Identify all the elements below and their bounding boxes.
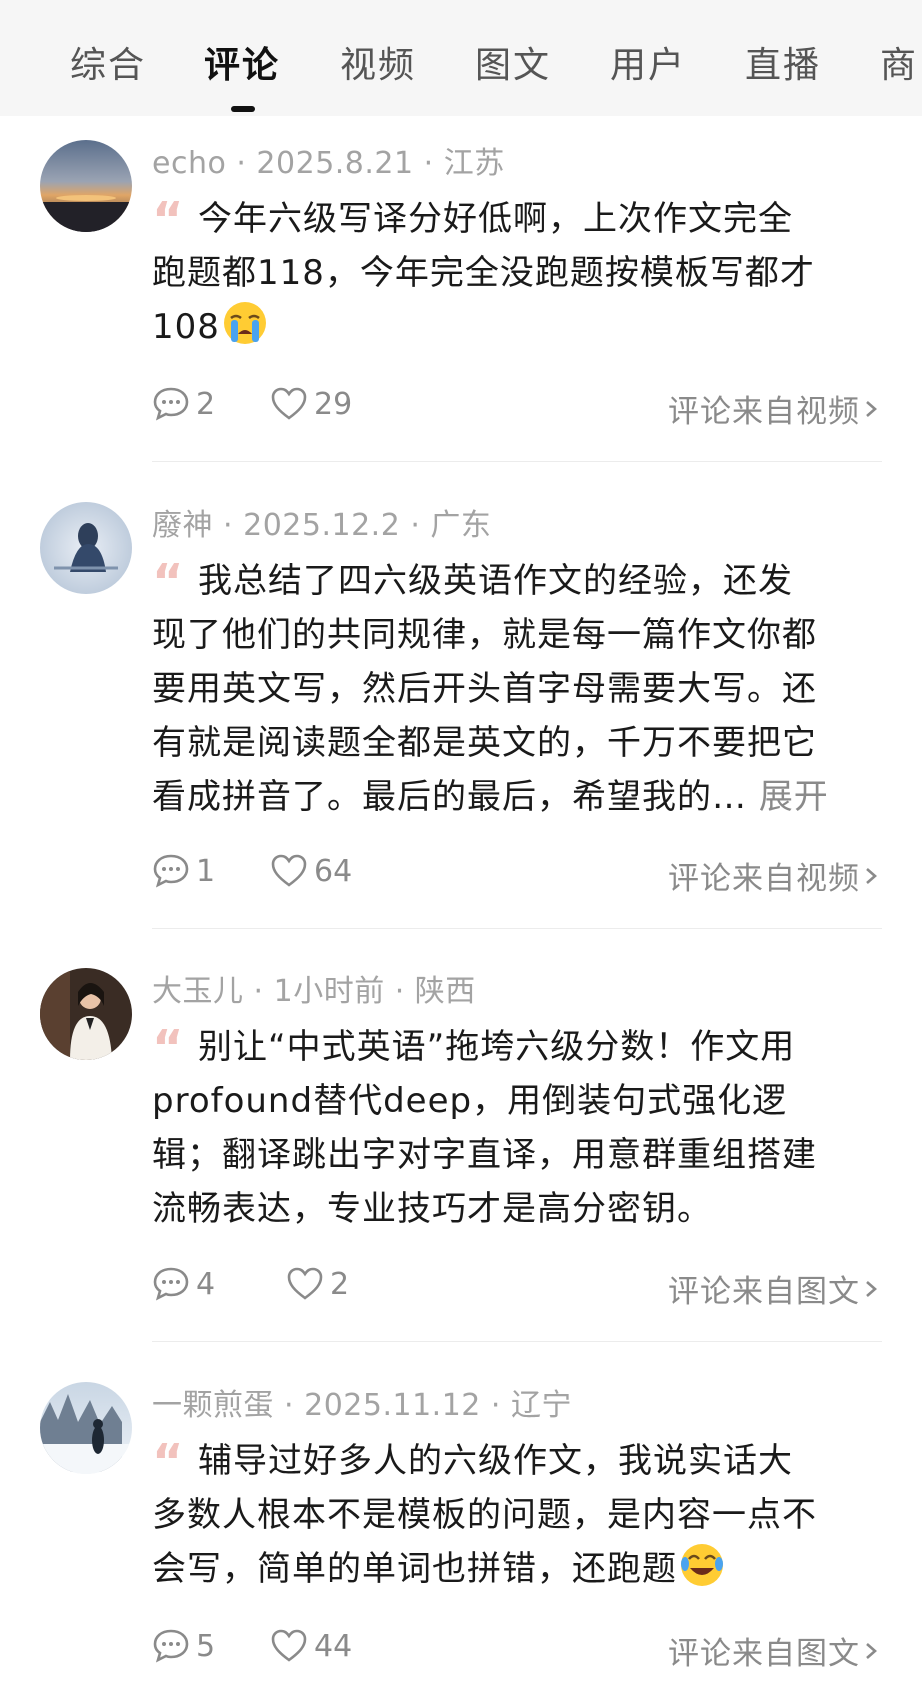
like-button[interactable]: 64 — [270, 853, 352, 889]
comment-bubble-icon — [153, 1267, 189, 1301]
comment-actions: 1 64 评论来自视频 — [152, 853, 882, 897]
like-button[interactable]: 2 — [286, 1266, 349, 1302]
comment-text: “别让“中式英语”拖垮六级分数！作文用 profound替代deep，用倒装句式… — [152, 1020, 817, 1229]
quote-icon: “ — [152, 192, 185, 248]
chevron-right-icon — [866, 400, 877, 417]
comment-meta: echo · 2025.8.21 · 江苏 — [152, 146, 505, 181]
reply-button[interactable]: 5 — [152, 1628, 215, 1664]
tab-live[interactable]: 直播 — [745, 36, 821, 88]
like-button[interactable]: 29 — [270, 386, 352, 422]
comment-source-link[interactable]: 评论来自视频 — [668, 853, 882, 898]
search-tab-bar: 综合 评论 视频 图文 用户 直播 商 — [0, 0, 922, 116]
chevron-right-icon — [866, 867, 877, 884]
tab-comprehensive[interactable]: 综合 — [70, 36, 146, 88]
avatar[interactable] — [40, 140, 132, 232]
tab-videos[interactable]: 视频 — [340, 36, 416, 88]
reply-button[interactable]: 1 — [152, 853, 215, 889]
comment-source-link[interactable]: 评论来自视频 — [668, 386, 882, 431]
avatar[interactable] — [40, 502, 132, 594]
comment-actions: 4 2 评论来自图文 — [152, 1266, 882, 1310]
heart-icon — [271, 387, 307, 420]
tab-posts[interactable]: 图文 — [475, 36, 551, 88]
comment-bubble-icon — [153, 1629, 189, 1663]
comment-meta: 廢神 · 2025.12.2 · 广东 — [152, 508, 492, 543]
divider — [152, 928, 882, 929]
avatar[interactable] — [40, 968, 132, 1060]
heart-icon — [271, 1629, 307, 1662]
quote-icon: “ — [152, 1020, 185, 1076]
active-tab-indicator — [231, 106, 255, 112]
tab-users[interactable]: 用户 — [610, 36, 686, 88]
comment-text: “今年六级写译分好低啊，上次作文完全 跑题都118，今年完全没跑题按模板写都才 … — [152, 192, 815, 347]
quote-icon: “ — [152, 1434, 185, 1490]
reply-button[interactable]: 4 — [152, 1266, 215, 1302]
comment-meta: 一颗煎蛋 · 2025.11.12 · 辽宁 — [152, 1388, 572, 1423]
comment-source-link[interactable]: 评论来自图文 — [668, 1266, 882, 1311]
comment-actions: 2 29 评论来自视频 — [152, 386, 882, 430]
tears-of-joy-emoji-icon — [679, 1542, 725, 1588]
comment-text: “我总结了四六级英语作文的经验，还发 现了他们的共同规律，就是每一篇作文你都 要… — [152, 554, 829, 817]
tab-shop[interactable]: 商 — [880, 36, 918, 88]
divider — [152, 461, 882, 462]
avatar[interactable] — [40, 1382, 132, 1474]
comment-meta: 大玉儿 · 1小时前 · 陕西 — [152, 974, 476, 1009]
chevron-right-icon — [866, 1280, 877, 1297]
comment-bubble-icon — [153, 387, 189, 421]
comment-text: “辅导过好多人的六级作文，我说实话大 多数人根本不是模板的问题，是内容一点不 会… — [152, 1434, 817, 1589]
crying-emoji-icon — [222, 300, 268, 346]
heart-icon — [287, 1267, 323, 1300]
like-button[interactable]: 44 — [270, 1628, 352, 1664]
comment-bubble-icon — [153, 854, 189, 888]
comment-actions: 5 44 评论来自图文 — [152, 1628, 882, 1672]
quote-icon: “ — [152, 554, 185, 610]
divider — [152, 1341, 882, 1342]
chevron-right-icon — [866, 1642, 877, 1659]
comment-source-link[interactable]: 评论来自图文 — [668, 1628, 882, 1673]
tab-comments[interactable]: 评论 — [204, 36, 280, 88]
expand-link[interactable]: 展开 — [759, 777, 829, 817]
heart-icon — [271, 854, 307, 887]
reply-button[interactable]: 2 — [152, 386, 215, 422]
